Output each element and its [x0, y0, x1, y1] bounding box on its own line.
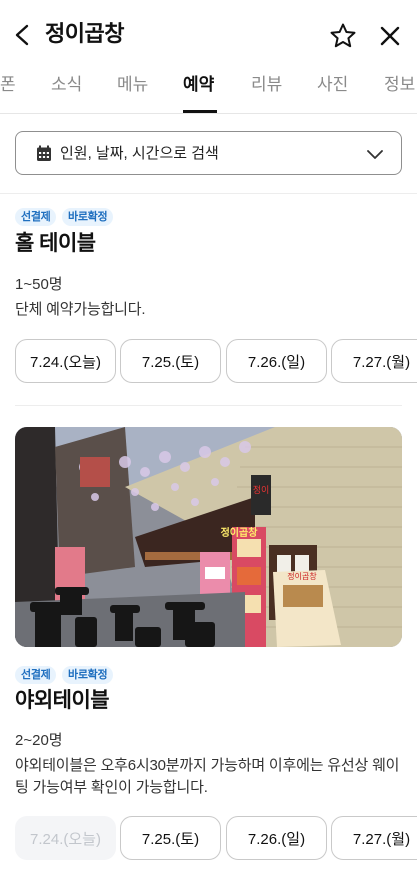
tab-review[interactable]: 리뷰 — [251, 74, 282, 96]
page-title: 정이곱창 — [45, 21, 124, 46]
shop-sign-text: 정이곱창 — [221, 526, 259, 539]
tab-reservation[interactable]: 예약 — [183, 74, 214, 96]
item-capacity: 1~50명 — [15, 276, 63, 293]
date-chip[interactable]: 7.25.(토) — [120, 339, 221, 383]
tab-bar: 폰 소식 메뉴 예약 리뷰 사진 정보 — [0, 66, 417, 114]
date-chip[interactable]: 7.27.(월) — [331, 339, 417, 383]
item-capacity: 2~20명 — [15, 732, 63, 749]
chevron-down-icon — [367, 150, 383, 159]
back-button[interactable] — [8, 19, 38, 51]
date-chip[interactable]: 7.26.(일) — [226, 339, 327, 383]
item-title: 야외테이블 — [15, 689, 110, 712]
tab-photos[interactable]: 사진 — [317, 74, 348, 96]
instant-confirm-badge: 바로확정 — [62, 666, 114, 684]
close-icon — [380, 26, 400, 46]
prepay-badge: 선결제 — [15, 666, 57, 684]
star-outline-icon — [330, 23, 356, 48]
date-chip[interactable]: 7.26.(일) — [226, 816, 327, 860]
favorite-button[interactable] — [327, 20, 359, 52]
calendar-icon — [37, 145, 51, 161]
tab-phone[interactable]: 폰 — [0, 74, 16, 96]
close-button[interactable] — [374, 20, 406, 52]
tab-menu[interactable]: 메뉴 — [117, 74, 148, 96]
tab-info[interactable]: 정보 — [384, 74, 415, 96]
item-title: 홀 테이블 — [15, 232, 96, 255]
date-chip-disabled: 7.24.(오늘) — [15, 816, 116, 860]
active-tab-indicator — [183, 110, 217, 113]
date-selector: 7.24.(오늘) 7.25.(토) 7.26.(일) 7.27.(월) — [15, 339, 417, 383]
chevron-left-icon — [15, 24, 29, 46]
date-chip[interactable]: 7.24.(오늘) — [15, 339, 116, 383]
top-bar: 정이곱창 — [0, 0, 417, 66]
date-selector: 7.24.(오늘) 7.25.(토) 7.26.(일) 7.27.(월) — [15, 816, 417, 860]
item-divider — [15, 405, 402, 406]
instant-confirm-badge: 바로확정 — [62, 208, 114, 226]
item-description: 야외테이블은 오후6시30분까지 가능하며 이후에는 유선상 웨이팅 가능여부 … — [15, 757, 400, 796]
reservation-search-dropdown[interactable]: 인원, 날짜, 시간으로 검색 — [15, 131, 402, 175]
svg-text:정이: 정이 — [253, 485, 270, 496]
restaurant-photo[interactable]: 정이 정이곱창 정이곱창 — [15, 427, 402, 647]
date-chip[interactable]: 7.25.(토) — [120, 816, 221, 860]
prepay-badge: 선결제 — [15, 208, 57, 226]
section-divider — [0, 193, 417, 194]
search-label: 인원, 날짜, 시간으로 검색 — [60, 145, 219, 162]
menu-board-text: 정이곱창 — [287, 571, 317, 581]
tab-news[interactable]: 소식 — [51, 74, 82, 96]
date-chip[interactable]: 7.27.(월) — [331, 816, 417, 860]
item-description: 단체 예약가능합니다. — [15, 301, 146, 318]
